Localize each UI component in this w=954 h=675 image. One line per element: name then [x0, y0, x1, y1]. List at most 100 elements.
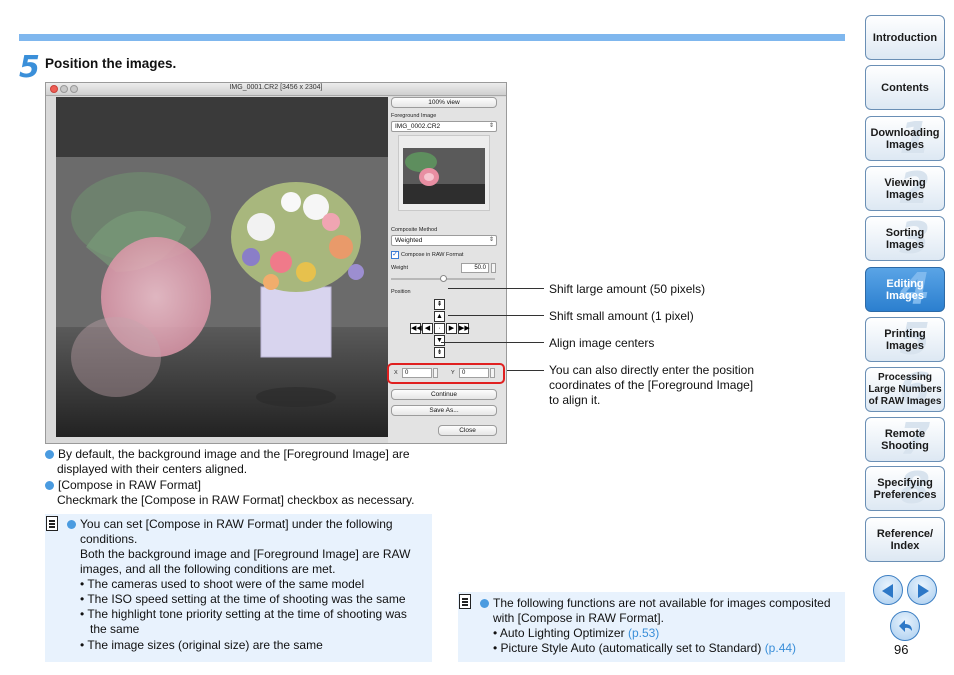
updown-arrows-icon: ⇕ [488, 237, 494, 243]
callout-line-direct [507, 370, 544, 371]
weight-input[interactable]: 50.0 [461, 263, 489, 273]
foreground-select[interactable]: IMG_0002.CR2 ⇕ [391, 121, 497, 132]
callout-shift-large: Shift large amount (50 pixels) [549, 282, 706, 296]
note-list-item: Auto Lighting Optimizer [499, 626, 625, 640]
sidebar-tab-printing[interactable]: 5 Printing Images [865, 317, 945, 362]
composite-method-select[interactable]: Weighted ⇕ [391, 235, 497, 246]
weight-label: Weight [391, 265, 409, 271]
note-compose-text: You can set [Compose in RAW Format] unde… [67, 517, 429, 653]
note-list-item: The image sizes (original size) are the … [87, 638, 323, 652]
bullet-text: [Compose in RAW Format] [58, 478, 201, 492]
align-center-button[interactable]: · [434, 323, 445, 334]
note-unavailable-text: The following functions are not availabl… [480, 596, 842, 656]
note-list-item: The highlight tone priority setting at t… [87, 607, 407, 621]
compose-raw-checkbox[interactable]: ✓ [391, 251, 399, 259]
sidebar-tab-editing[interactable]: 4 Editing Images [865, 267, 945, 312]
bullet-compose-raw: [Compose in RAW Format] Checkmark the [C… [45, 478, 414, 508]
sidebar-tab-label: Introduction [872, 31, 938, 44]
sidebar-tab-introduction[interactable]: Introduction [865, 15, 945, 60]
foreground-thumbnail-frame [398, 135, 490, 211]
sidebar-tab-label: Printing Images [884, 327, 926, 352]
close-button[interactable]: Close [438, 425, 497, 436]
shift-left-large-button[interactable]: ◀◀ [410, 323, 422, 334]
shift-up-large-button[interactable]: ⇞ [434, 299, 445, 310]
arrow-right-icon [918, 584, 929, 598]
bullet-dot-icon [45, 450, 54, 459]
sidebar-tab-label: Processing Large Numbers of RAW Images [868, 371, 942, 407]
bullet-dot-icon [480, 599, 489, 608]
bullet-text: By default, the background image and the… [58, 447, 410, 461]
preview-image [56, 97, 388, 437]
sidebar-tab-label: Editing Images [886, 277, 924, 302]
position-label: Position [391, 289, 411, 295]
sidebar-tab-sorting[interactable]: 3 Sorting Images [865, 216, 945, 261]
memo-icon [459, 594, 471, 609]
header-bar [19, 34, 845, 41]
sidebar-tab-label: Remote Shooting [881, 427, 929, 452]
page-link[interactable]: (p.53) [628, 626, 659, 640]
shift-left-small-button[interactable]: ◀ [422, 323, 433, 334]
note-line: conditions. [80, 532, 138, 546]
note-line: You can set [Compose in RAW Format] unde… [80, 517, 393, 531]
note-list-item: Picture Style Auto (automatically set to… [500, 641, 762, 655]
callout-direct-line-2: coordinates of the [Foreground Image] [549, 378, 754, 392]
shift-down-small-button[interactable]: ▼ [434, 335, 445, 346]
return-arrow-icon [899, 620, 912, 632]
step-title: Position the images. [45, 56, 177, 71]
sidebar-tab-label: Downloading Images [870, 126, 940, 151]
sidebar-tab-remote[interactable]: 7 Remote Shooting [865, 417, 945, 462]
back-button[interactable] [890, 611, 920, 641]
page-link[interactable]: (p.44) [765, 641, 796, 655]
callout-line-small [448, 315, 544, 316]
shift-right-large-button[interactable]: ▶▶ [458, 323, 470, 334]
updown-arrows-icon: ⇕ [488, 123, 494, 129]
callout-direct-line-1: You can also directly enter the position [549, 363, 755, 377]
sidebar-tab-preferences[interactable]: 8 Specifying Preferences [865, 466, 945, 511]
foreground-label: Foreground Image [391, 113, 437, 119]
sidebar-tab-label: Reference/ Index [876, 527, 934, 552]
next-page-button[interactable] [907, 575, 937, 605]
sidebar-tab-reference[interactable]: Reference/ Index [865, 517, 945, 562]
position-fields-highlight [387, 363, 505, 384]
save-as-button[interactable]: Save As... [391, 405, 497, 416]
sidebar-tab-processing[interactable]: 6 Processing Large Numbers of RAW Images [865, 367, 945, 412]
callout-direct-entry: You can also directly enter the position… [549, 363, 754, 408]
view-100-button[interactable]: 100% view [391, 97, 497, 108]
shift-right-small-button[interactable]: ▶ [446, 323, 457, 334]
window-title: IMG_0001.CR2 [3456 x 2304] [229, 84, 323, 91]
bullet-default-centers: By default, the background image and the… [45, 447, 410, 477]
callout-line-large [448, 288, 544, 289]
composite-method-label: Composite Method [391, 227, 438, 233]
sidebar-tab-downloading[interactable]: 1 Downloading Images [865, 116, 945, 161]
previous-page-button[interactable] [873, 575, 903, 605]
note-line: images, and all the following conditions… [80, 562, 336, 576]
bullet-dot-icon [45, 481, 54, 490]
foreground-value: IMG_0002.CR2 [395, 123, 441, 130]
note-line: with [Compose in RAW Format]. [493, 611, 664, 625]
control-panel: 100% view Foreground Image IMG_0002.CR2 … [388, 97, 506, 443]
sidebar-tab-label: Specifying Preferences [873, 476, 937, 501]
weight-slider-knob[interactable] [439, 275, 447, 282]
bullet-text: displayed with their centers aligned. [57, 462, 248, 476]
sidebar-tab-contents[interactable]: Contents [865, 65, 945, 110]
compose-raw-label: Compose in RAW Format [401, 252, 464, 258]
callout-shift-small: Shift small amount (1 pixel) [549, 309, 694, 323]
composite-method-value: Weighted [395, 237, 423, 244]
shift-down-large-button[interactable]: ⇟ [434, 347, 445, 358]
note-list-item: the same [90, 622, 140, 636]
note-line: Both the background image and [Foregroun… [80, 547, 411, 561]
weight-stepper[interactable] [491, 263, 496, 273]
page-number: 96 [894, 642, 909, 657]
window-titlebar: IMG_0001.CR2 [3456 x 2304] [46, 83, 506, 96]
sidebar-tab-label: Contents [881, 81, 929, 94]
note-list-item: The cameras used to shoot were of the sa… [87, 577, 365, 591]
continue-button[interactable]: Continue [391, 389, 497, 400]
sidebar-tab-viewing[interactable]: 2 Viewing Images [865, 166, 945, 211]
composite-window: IMG_0001.CR2 [3456 x 2304] 100% view For… [45, 82, 507, 444]
callout-align-center: Align image centers [549, 336, 655, 350]
sidebar-tab-label: Viewing Images [884, 176, 926, 201]
shift-up-small-button[interactable]: ▲ [434, 311, 445, 322]
sidebar-tab-label: Sorting Images [885, 226, 925, 251]
note-line: The following functions are not availabl… [493, 596, 831, 610]
memo-icon [46, 516, 58, 531]
